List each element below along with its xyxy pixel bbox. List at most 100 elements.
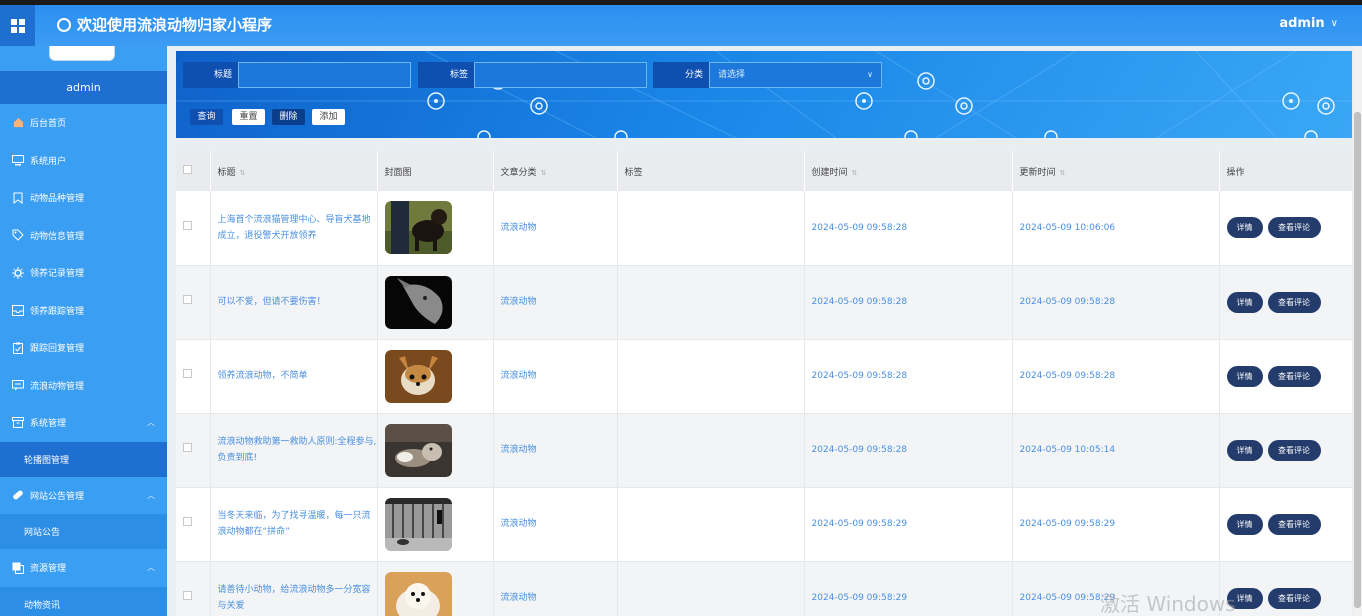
header-title[interactable]: 标题 ⇅ xyxy=(210,151,378,191)
row-category: 流浪动物 xyxy=(493,339,618,414)
scrollbar-thumb[interactable] xyxy=(1354,112,1361,608)
row-updated: 2024-05-09 09:58:28 xyxy=(1012,339,1220,414)
view-comments-button[interactable]: 查看评论 xyxy=(1267,217,1321,239)
row-title[interactable]: 上海首个流浪猫管理中心、导盲犬基地成立，退役警犬开放领养 xyxy=(210,191,378,266)
tag-filter-input[interactable] xyxy=(474,62,647,88)
detail-button[interactable]: 详情 xyxy=(1226,513,1263,535)
row-checkbox[interactable] xyxy=(183,220,192,230)
view-comments-button[interactable]: 查看评论 xyxy=(1267,513,1321,535)
inbox-icon xyxy=(12,304,24,316)
sidebar-item-adopt-tracking[interactable]: 领养跟踪管理 xyxy=(0,292,167,330)
sidebar-sub-notice[interactable]: 网站公告 xyxy=(0,514,167,549)
category-select-value: 请选择 xyxy=(718,70,746,80)
sidebar-avatar-area xyxy=(0,46,167,71)
row-title[interactable]: 可以不爱，但请不要伤害！ xyxy=(210,265,378,340)
detail-button[interactable]: 详情 xyxy=(1226,217,1263,239)
header-operations: 操作 xyxy=(1219,151,1352,191)
gear-icon xyxy=(12,266,24,279)
chevron-down-icon: ∨ xyxy=(867,70,873,79)
monitor-icon xyxy=(12,154,24,166)
header-updated[interactable]: 更新时间 ⇅ xyxy=(1012,151,1220,191)
row-created: 2024-05-09 09:58:29 xyxy=(804,487,1013,562)
sidebar-item-label: 跟踪回复管理 xyxy=(30,344,85,355)
sort-icon[interactable]: ⇅ xyxy=(541,169,547,177)
title-filter-input[interactable] xyxy=(238,62,411,88)
sidebar-item-adopt-records[interactable]: 领养记录管理 xyxy=(0,254,167,292)
sort-icon[interactable]: ⇅ xyxy=(852,169,858,177)
row-checkbox[interactable] xyxy=(183,443,192,452)
row-checkbox[interactable] xyxy=(183,369,192,378)
sidebar-item-label: 流浪动物管理 xyxy=(30,381,85,392)
chat-icon xyxy=(12,379,24,391)
header-category[interactable]: 文章分类 ⇅ xyxy=(493,151,618,191)
sidebar-sub-animal-news[interactable]: 动物资讯 xyxy=(0,586,167,616)
query-button[interactable]: 查询 xyxy=(190,109,223,125)
app-title-text: 欢迎使用流浪动物归家小程序 xyxy=(77,16,273,34)
view-comments-button[interactable]: 查看评论 xyxy=(1267,439,1321,461)
sidebar-item-stray-animals[interactable]: 流浪动物管理 xyxy=(0,367,167,405)
add-button[interactable]: 添加 xyxy=(312,109,345,125)
category-select[interactable]: 请选择 ∨ xyxy=(709,62,882,88)
cover-image xyxy=(384,349,452,403)
row-cover xyxy=(377,339,494,414)
view-comments-button[interactable]: 查看评论 xyxy=(1267,587,1321,609)
sidebar-item-home[interactable]: 后台首页 xyxy=(0,104,167,142)
row-checkbox[interactable] xyxy=(183,591,192,600)
row-title[interactable]: 流浪动物救助第一救助人原则:全程参与,负责到底! xyxy=(210,413,378,488)
page-scrollbar[interactable] xyxy=(1353,46,1362,616)
sidebar-item-label: 领养记录管理 xyxy=(30,269,85,280)
title-filter-label: 标题 xyxy=(183,62,238,88)
home-icon xyxy=(12,117,24,129)
row-title[interactable]: 领养流浪动物，不简单 xyxy=(210,339,378,414)
sidebar-item-label: 系统管理 xyxy=(30,419,67,430)
row-title[interactable]: 请善待小动物，给流浪动物多一分宽容与关爱 xyxy=(210,561,378,616)
detail-button[interactable]: 详情 xyxy=(1226,291,1263,313)
article-table: 标题 ⇅ 封面图 文章分类 ⇅ 标签 创建时间 ⇅ 更新时间 ⇅ 操作 上海首个流浪猫管… xyxy=(176,151,1352,616)
row-category: 流浪动物 xyxy=(493,265,618,340)
view-comments-button[interactable]: 查看评论 xyxy=(1267,365,1321,387)
pill-icon xyxy=(12,489,24,501)
table-row: 流浪动物救助第一救助人原则:全程参与,负责到底! 流浪动物 2024-05-09… xyxy=(176,413,1352,488)
sidebar-item-system-manage[interactable]: 系统管理 ︿ xyxy=(0,404,167,442)
search-banner: 标题 标签 分类 请选择 ∨ 查询 重置 删除 添加 xyxy=(176,51,1352,138)
row-title[interactable]: 当冬天来临，为了找寻温暖，每一只流浪动物都在“拼命” xyxy=(210,487,378,562)
view-comments-button[interactable]: 查看评论 xyxy=(1267,291,1321,313)
sidebar-item-resource-manage[interactable]: 资源管理 ︿ xyxy=(0,549,167,587)
cover-image xyxy=(384,571,452,616)
row-checkbox[interactable] xyxy=(183,295,192,304)
cover-image xyxy=(384,275,452,329)
row-created: 2024-05-09 09:58:28 xyxy=(804,191,1013,266)
detail-button[interactable]: 详情 xyxy=(1226,365,1263,387)
delete-button[interactable]: 删除 xyxy=(272,109,305,125)
sidebar-item-tracking-replies[interactable]: 跟踪回复管理 xyxy=(0,329,167,367)
sidebar-item-label: 领养跟踪管理 xyxy=(30,306,85,317)
sidebar-item-animal-info[interactable]: 动物信息管理 xyxy=(0,217,167,255)
sidebar: admin 后台首页 系统用户 动物品种管理 动物信息管理 领养记录管理 领养跟… xyxy=(0,46,167,616)
menu-toggle-button[interactable] xyxy=(0,5,35,46)
sidebar-item-breed[interactable]: 动物品种管理 xyxy=(0,179,167,217)
tag-icon xyxy=(12,229,24,241)
header-title-label: 标题 xyxy=(217,167,236,178)
sort-icon[interactable]: ⇅ xyxy=(1060,169,1066,177)
select-all-checkbox[interactable] xyxy=(183,165,192,174)
top-bar: 欢迎使用流浪动物归家小程序 admin ∨ xyxy=(0,0,1362,46)
row-cover xyxy=(377,487,494,562)
header-created[interactable]: 创建时间 ⇅ xyxy=(804,151,1013,191)
copy-icon xyxy=(12,562,24,574)
main-content: 标题 标签 分类 请选择 ∨ 查询 重置 删除 添加 标题 ⇅ 封面图 文章分类 ⇅ xyxy=(167,46,1362,616)
header-category-label: 文章分类 xyxy=(500,167,537,178)
row-category: 流浪动物 xyxy=(493,561,618,616)
row-created: 2024-05-09 09:58:29 xyxy=(804,561,1013,616)
sidebar-item-system-users[interactable]: 系统用户 xyxy=(0,142,167,180)
detail-button[interactable]: 详情 xyxy=(1226,439,1263,461)
sidebar-item-notice-manage[interactable]: 网站公告管理 ︿ xyxy=(0,477,167,515)
user-menu[interactable]: admin ∨ xyxy=(1279,16,1338,31)
reset-button[interactable]: 重置 xyxy=(232,109,265,125)
category-filter-label: 分类 xyxy=(653,62,709,88)
sort-icon[interactable]: ⇅ xyxy=(240,169,246,177)
sidebar-item-label: 资源管理 xyxy=(30,564,67,575)
table-header-row: 标题 ⇅ 封面图 文章分类 ⇅ 标签 创建时间 ⇅ 更新时间 ⇅ 操作 xyxy=(176,151,1352,191)
row-checkbox[interactable] xyxy=(183,517,192,526)
sidebar-sub-carousel[interactable]: 轮播图管理 xyxy=(0,441,167,477)
row-cover xyxy=(377,265,494,340)
